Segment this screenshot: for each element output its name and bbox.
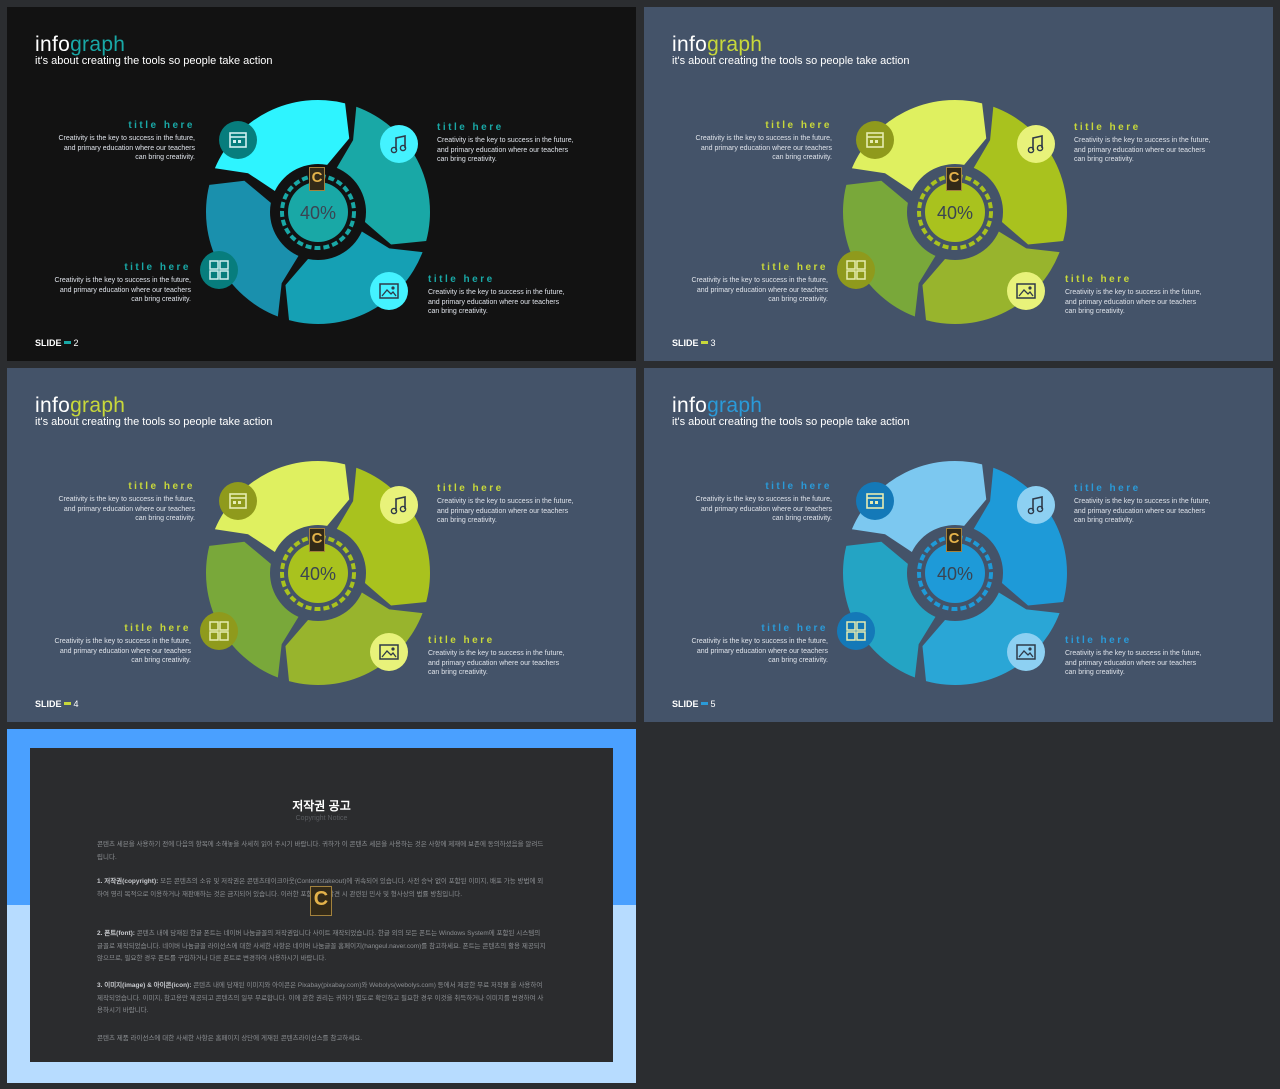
infograph-slide-3: infograph it's about creating the tools …: [644, 7, 1273, 361]
cycle-segment-4: [843, 180, 936, 317]
cycle-segment-4: [205, 541, 299, 678]
notice-closing: 콘텐츠 제품 라이선스에 대한 사세한 사항은 홈페이지 상단에 게재된 콘텐츠…: [97, 1035, 363, 1042]
music-note-icon: [380, 125, 418, 163]
notice-intro: 콘텐츠 세븐을 사용하기 전에 다음의 항목에 소해놓을 사세히 읽어 주시기 …: [97, 841, 544, 861]
calendar-icon: [219, 121, 257, 159]
center-percent: 40%: [937, 203, 973, 223]
center-percent: 40%: [300, 203, 336, 223]
music-note-icon: [1017, 125, 1055, 163]
watermark-logo: C: [946, 167, 962, 191]
watermark-logo: C: [309, 167, 325, 191]
watermark-logo: C: [946, 528, 962, 552]
center-percent: 40%: [300, 564, 336, 584]
calendar-icon: [856, 121, 894, 159]
infograph-slide-4: infograph it's about creating the tools …: [7, 368, 636, 722]
notice-section-font: 2. 폰트(font): 콘텐츠 내에 담재된 한글 폰트는 네이버 나눔글꼴의…: [97, 928, 547, 966]
grid-icon: [837, 612, 875, 650]
image-icon: [370, 633, 408, 671]
notice-section-copyright-label: 1. 저작권(copyright):: [97, 878, 159, 885]
music-note-icon: [1017, 486, 1055, 524]
watermark-logo: C: [310, 886, 332, 916]
notice-title: 저작권 공고: [292, 799, 351, 813]
grid-icon: [200, 612, 238, 650]
calendar-icon: [856, 482, 894, 520]
infograph-slide-2: infograph it's about creating the tools …: [7, 7, 636, 361]
cycle-segment-4: [205, 180, 299, 317]
calendar-icon: [219, 482, 257, 520]
grid-icon: [200, 251, 238, 289]
notice-subtitle: Copyright Notice: [295, 815, 348, 822]
grid-icon: [837, 251, 875, 289]
notice-section-font-text: 콘텐츠 내에 담재된 한글 폰트는 네이버 나눔글꼴의 저작권입니다 사이트 재…: [97, 930, 546, 962]
copyright-notice-panel: 저작권 공고 Copyright Notice 콘텐츠 세븐을 사용하기 전에 …: [30, 748, 613, 1062]
image-icon: [370, 272, 408, 310]
infograph-slide-5: infograph it's about creating the tools …: [644, 368, 1273, 722]
center-percent: 40%: [937, 564, 973, 584]
watermark-logo: C: [309, 528, 325, 552]
copyright-notice-slide: 저작권 공고 Copyright Notice 콘텐츠 세븐을 사용하기 전에 …: [7, 729, 636, 1083]
image-icon: [1007, 272, 1045, 310]
notice-section-font-label: 2. 폰트(font):: [97, 930, 135, 937]
notice-section-image-label: 3. 이미지(image) & 아이콘(icon):: [97, 982, 192, 989]
image-icon: [1007, 633, 1045, 671]
cycle-segment-4: [843, 541, 936, 678]
notice-section-image: 3. 이미지(image) & 아이콘(icon): 콘텐츠 내에 담재된 이미…: [97, 980, 547, 1018]
music-note-icon: [380, 486, 418, 524]
